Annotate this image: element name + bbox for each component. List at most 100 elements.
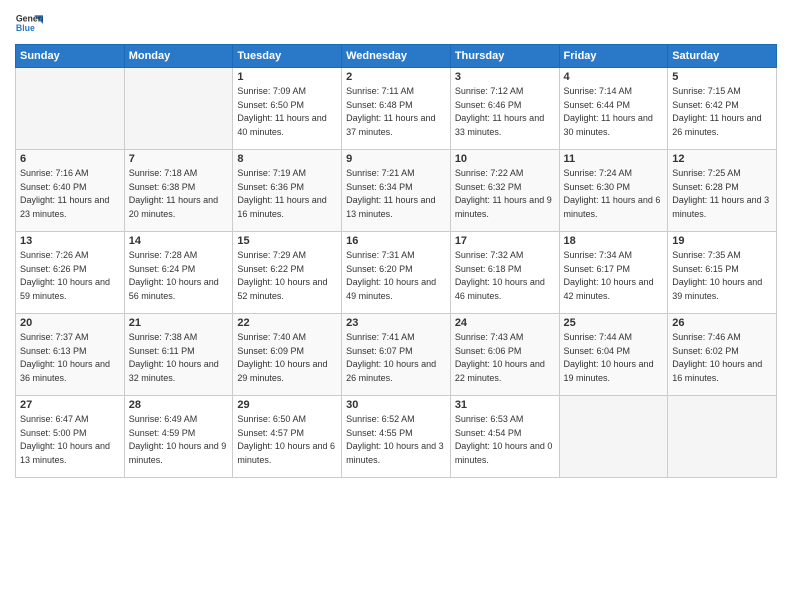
day-cell: 22 Sunrise: 7:40 AM Sunset: 6:09 PM Dayli… — [233, 314, 342, 396]
day-info: Sunrise: 7:22 AM Sunset: 6:32 PM Dayligh… — [455, 167, 555, 221]
day-number: 15 — [237, 235, 337, 247]
day-number: 6 — [20, 153, 120, 165]
day-info: Sunrise: 7:44 AM Sunset: 6:04 PM Dayligh… — [564, 331, 664, 385]
col-header-monday: Monday — [124, 45, 233, 68]
day-cell: 30Sunrise: 6:52 AM Sunset: 4:55 PM Dayli… — [342, 396, 451, 478]
day-number: 18 — [564, 235, 664, 247]
day-cell: 29Sunrise: 6:50 AM Sunset: 4:57 PM Dayli… — [233, 396, 342, 478]
day-number: 10 — [455, 153, 555, 165]
day-info: Sunrise: 7:14 AM Sunset: 6:44 PM Dayligh… — [564, 85, 664, 139]
col-header-thursday: Thursday — [450, 45, 559, 68]
day-cell: 5Sunrise: 7:15 AM Sunset: 6:42 PM Daylig… — [668, 68, 777, 150]
day-number: 16 — [346, 235, 446, 247]
svg-text:Blue: Blue — [16, 23, 35, 33]
day-number: 30 — [346, 399, 446, 411]
day-cell — [124, 68, 233, 150]
col-header-sunday: Sunday — [16, 45, 125, 68]
header: General Blue — [15, 10, 777, 38]
day-number: 8 — [237, 153, 337, 165]
day-info: Sunrise: 7:43 AM Sunset: 6:06 PM Dayligh… — [455, 331, 555, 385]
day-cell: 13Sunrise: 7:26 AM Sunset: 6:26 PM Dayli… — [16, 232, 125, 314]
col-header-wednesday: Wednesday — [342, 45, 451, 68]
day-cell: 2 Sunrise: 7:11 AM Sunset: 6:48 PM Daylig… — [342, 68, 451, 150]
day-cell: 1 Sunrise: 7:09 AM Sunset: 6:50 PM Daylig… — [233, 68, 342, 150]
calendar-page: General Blue SundayMondayTuesdayWednesda… — [0, 0, 792, 612]
day-cell: 12 Sunrise: 7:25 AM Sunset: 6:28 PM Dayli… — [668, 150, 777, 232]
day-info: Sunrise: 7:09 AM Sunset: 6:50 PM Dayligh… — [237, 85, 337, 139]
day-info: Sunrise: 7:37 AM Sunset: 6:13 PM Dayligh… — [20, 331, 120, 385]
day-cell — [16, 68, 125, 150]
day-info: Sunrise: 7:31 AM Sunset: 6:20 PM Dayligh… — [346, 249, 446, 303]
day-number: 19 — [672, 235, 772, 247]
day-cell: 31 Sunrise: 6:53 AM Sunset: 4:54 PM Dayli… — [450, 396, 559, 478]
day-info: Sunrise: 7:32 AM Sunset: 6:18 PM Dayligh… — [455, 249, 555, 303]
day-info: Sunrise: 7:24 AM Sunset: 6:30 PM Dayligh… — [564, 167, 664, 221]
day-cell: 6 Sunrise: 7:16 AM Sunset: 6:40 PM Daylig… — [16, 150, 125, 232]
day-cell: 24Sunrise: 7:43 AM Sunset: 6:06 PM Dayli… — [450, 314, 559, 396]
day-info: Sunrise: 7:21 AM Sunset: 6:34 PM Dayligh… — [346, 167, 446, 221]
day-info: Sunrise: 7:35 AM Sunset: 6:15 PM Dayligh… — [672, 249, 772, 303]
day-info: Sunrise: 7:19 AM Sunset: 6:36 PM Dayligh… — [237, 167, 337, 221]
calendar-table: SundayMondayTuesdayWednesdayThursdayFrid… — [15, 44, 777, 478]
day-info: Sunrise: 7:16 AM Sunset: 6:40 PM Dayligh… — [20, 167, 120, 221]
day-info: Sunrise: 6:47 AM Sunset: 5:00 PM Dayligh… — [20, 413, 120, 467]
day-number: 17 — [455, 235, 555, 247]
week-row-4: 20Sunrise: 7:37 AM Sunset: 6:13 PM Dayli… — [16, 314, 777, 396]
day-cell: 3 Sunrise: 7:12 AM Sunset: 6:46 PM Daylig… — [450, 68, 559, 150]
day-info: Sunrise: 7:46 AM Sunset: 6:02 PM Dayligh… — [672, 331, 772, 385]
day-number: 29 — [237, 399, 337, 411]
col-header-friday: Friday — [559, 45, 668, 68]
day-number: 7 — [129, 153, 229, 165]
day-info: Sunrise: 7:18 AM Sunset: 6:38 PM Dayligh… — [129, 167, 229, 221]
day-info: Sunrise: 7:38 AM Sunset: 6:11 PM Dayligh… — [129, 331, 229, 385]
week-row-3: 13Sunrise: 7:26 AM Sunset: 6:26 PM Dayli… — [16, 232, 777, 314]
day-cell: 18 Sunrise: 7:34 AM Sunset: 6:17 PM Dayli… — [559, 232, 668, 314]
day-cell: 11 Sunrise: 7:24 AM Sunset: 6:30 PM Dayli… — [559, 150, 668, 232]
day-number: 21 — [129, 317, 229, 329]
day-info: Sunrise: 7:11 AM Sunset: 6:48 PM Dayligh… — [346, 85, 446, 139]
week-row-2: 6 Sunrise: 7:16 AM Sunset: 6:40 PM Daylig… — [16, 150, 777, 232]
day-number: 9 — [346, 153, 446, 165]
day-number: 14 — [129, 235, 229, 247]
day-cell: 17 Sunrise: 7:32 AM Sunset: 6:18 PM Dayli… — [450, 232, 559, 314]
header-row: SundayMondayTuesdayWednesdayThursdayFrid… — [16, 45, 777, 68]
day-info: Sunrise: 7:26 AM Sunset: 6:26 PM Dayligh… — [20, 249, 120, 303]
week-row-1: 1 Sunrise: 7:09 AM Sunset: 6:50 PM Daylig… — [16, 68, 777, 150]
day-info: Sunrise: 7:34 AM Sunset: 6:17 PM Dayligh… — [564, 249, 664, 303]
day-cell: 26Sunrise: 7:46 AM Sunset: 6:02 PM Dayli… — [668, 314, 777, 396]
day-cell: 15 Sunrise: 7:29 AM Sunset: 6:22 PM Dayli… — [233, 232, 342, 314]
day-info: Sunrise: 7:12 AM Sunset: 6:46 PM Dayligh… — [455, 85, 555, 139]
col-header-tuesday: Tuesday — [233, 45, 342, 68]
day-info: Sunrise: 7:25 AM Sunset: 6:28 PM Dayligh… — [672, 167, 772, 221]
day-number: 5 — [672, 71, 772, 83]
day-number: 23 — [346, 317, 446, 329]
day-number: 2 — [346, 71, 446, 83]
day-number: 12 — [672, 153, 772, 165]
svg-text:General: General — [16, 13, 43, 23]
day-number: 31 — [455, 399, 555, 411]
week-row-5: 27 Sunrise: 6:47 AM Sunset: 5:00 PM Dayli… — [16, 396, 777, 478]
day-cell: 9 Sunrise: 7:21 AM Sunset: 6:34 PM Daylig… — [342, 150, 451, 232]
day-info: Sunrise: 7:41 AM Sunset: 6:07 PM Dayligh… — [346, 331, 446, 385]
day-number: 1 — [237, 71, 337, 83]
day-info: Sunrise: 7:29 AM Sunset: 6:22 PM Dayligh… — [237, 249, 337, 303]
day-info: Sunrise: 6:53 AM Sunset: 4:54 PM Dayligh… — [455, 413, 555, 467]
day-number: 4 — [564, 71, 664, 83]
day-cell: 23 Sunrise: 7:41 AM Sunset: 6:07 PM Dayli… — [342, 314, 451, 396]
day-number: 27 — [20, 399, 120, 411]
day-cell — [559, 396, 668, 478]
col-header-saturday: Saturday — [668, 45, 777, 68]
day-number: 25 — [564, 317, 664, 329]
day-cell: 19 Sunrise: 7:35 AM Sunset: 6:15 PM Dayli… — [668, 232, 777, 314]
day-cell: 14Sunrise: 7:28 AM Sunset: 6:24 PM Dayli… — [124, 232, 233, 314]
day-cell: 25 Sunrise: 7:44 AM Sunset: 6:04 PM Dayli… — [559, 314, 668, 396]
day-info: Sunrise: 7:40 AM Sunset: 6:09 PM Dayligh… — [237, 331, 337, 385]
day-cell: 20Sunrise: 7:37 AM Sunset: 6:13 PM Dayli… — [16, 314, 125, 396]
day-cell: 16 Sunrise: 7:31 AM Sunset: 6:20 PM Dayli… — [342, 232, 451, 314]
logo: General Blue — [15, 10, 43, 38]
day-cell: 10 Sunrise: 7:22 AM Sunset: 6:32 PM Dayli… — [450, 150, 559, 232]
day-cell — [668, 396, 777, 478]
day-number: 11 — [564, 153, 664, 165]
day-number: 3 — [455, 71, 555, 83]
day-number: 22 — [237, 317, 337, 329]
